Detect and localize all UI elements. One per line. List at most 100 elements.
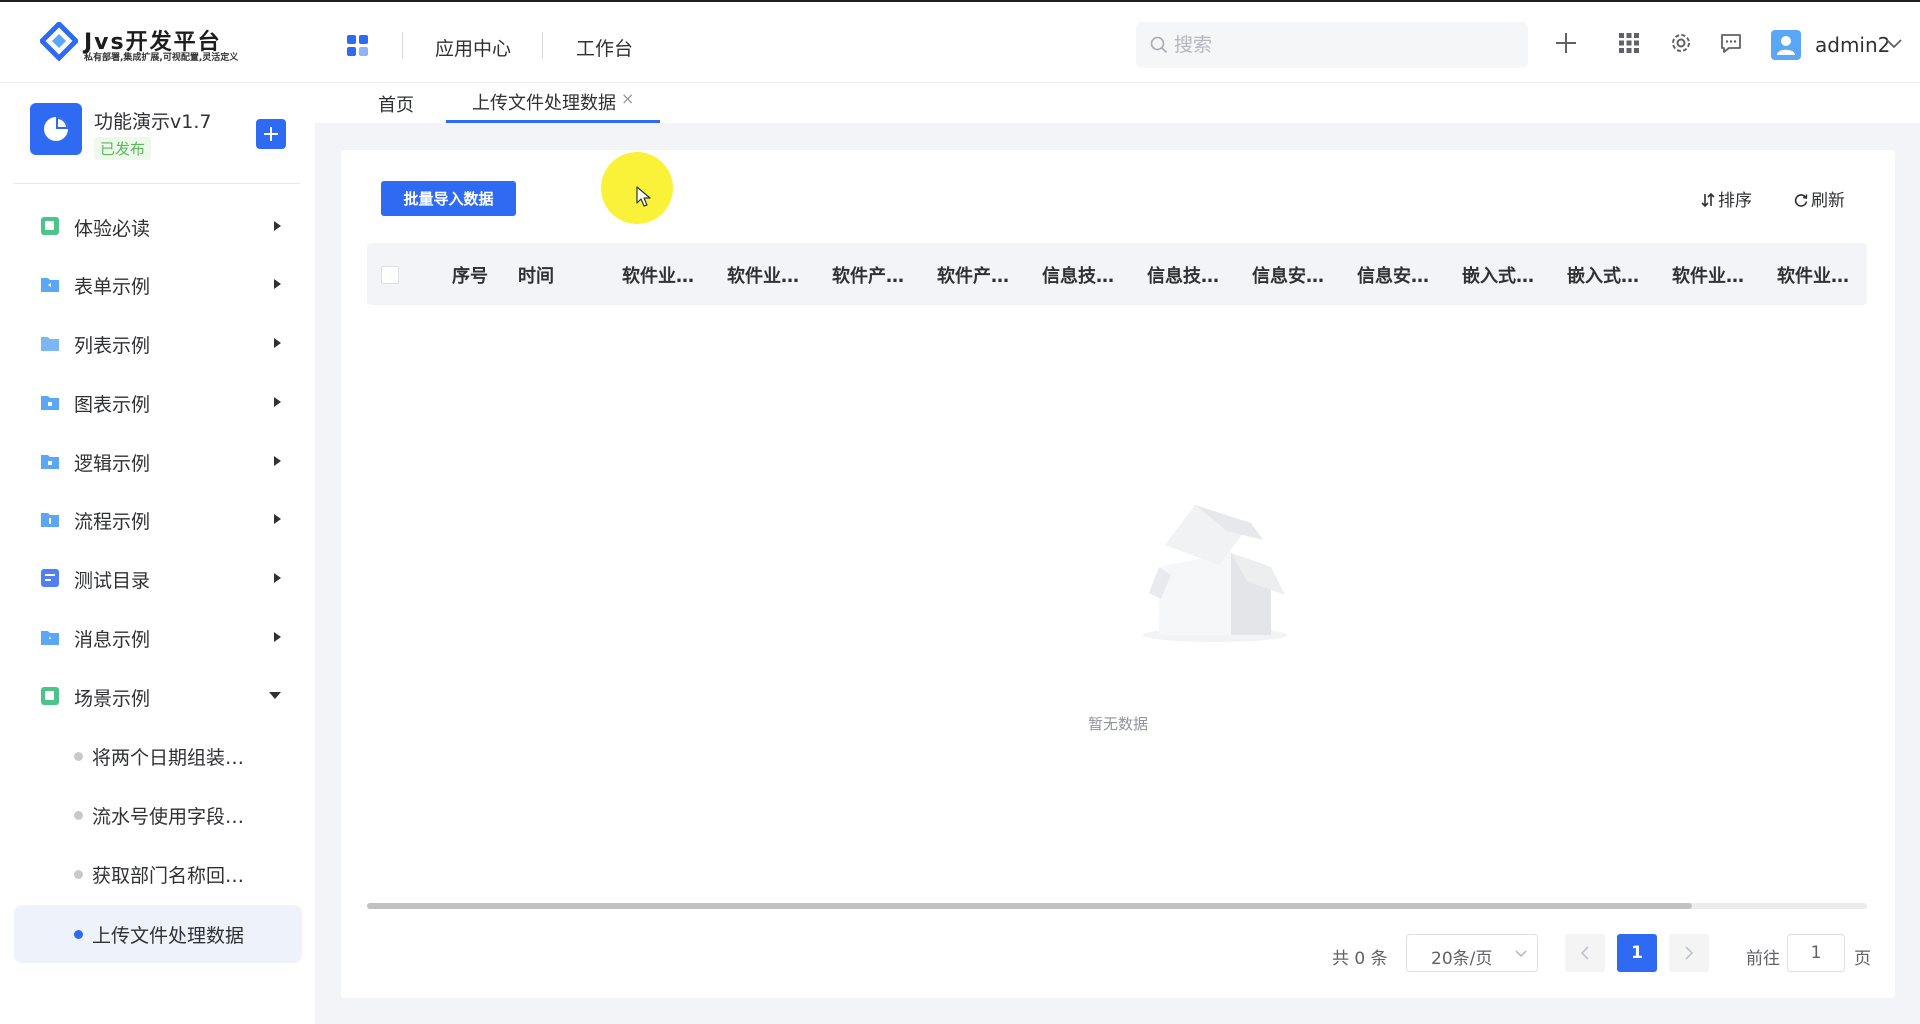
prev-page-button[interactable]	[1565, 934, 1605, 972]
column-header[interactable]: 序号	[452, 262, 488, 288]
column-header[interactable]: 信息技…	[1042, 262, 1114, 288]
sidebar-item-message[interactable]: 消息示例	[14, 613, 302, 661]
refresh-icon	[1794, 194, 1808, 207]
folder-icon	[41, 513, 59, 527]
caret-right-icon	[274, 632, 281, 642]
header-divider	[542, 32, 543, 58]
sidebar-item-label: 测试目录	[74, 570, 151, 592]
grid-menu-icon[interactable]	[1616, 30, 1642, 56]
column-header[interactable]: 软件业…	[1777, 262, 1849, 288]
column-header[interactable]: 信息安…	[1252, 262, 1324, 288]
sidebar-divider	[14, 183, 300, 184]
search-box[interactable]	[1136, 22, 1528, 68]
page-suffix: 页	[1854, 949, 1871, 969]
sidebar-item-label: 场景示例	[74, 688, 151, 710]
table-header: 序号 时间 软件业… 软件业… 软件产… 软件产… 信息技… 信息技… 信息安……	[367, 243, 1867, 305]
bullet-dot	[74, 870, 83, 879]
sidebar-item-chart[interactable]: 图表示例	[14, 378, 302, 426]
sidebar-item-logic[interactable]: 逻辑示例	[14, 437, 302, 485]
document-icon	[41, 687, 59, 705]
column-header[interactable]: 信息技…	[1147, 262, 1219, 288]
sidebar-item-label: 图表示例	[74, 394, 151, 416]
sidebar-item-form[interactable]: 表单示例	[14, 260, 302, 308]
content-card: 批量导入数据 排序 刷新 序号 时间 软件业… 软件业… 软件产… 软件产… 信…	[341, 150, 1895, 998]
table-icon	[41, 569, 59, 587]
horizontal-scrollbar[interactable]	[367, 903, 1867, 909]
tab-home[interactable]: 首页	[378, 91, 414, 125]
pie-chart-icon	[44, 117, 68, 141]
empty-state-text: 暂无数据	[1087, 715, 1148, 733]
caret-right-icon	[274, 338, 281, 348]
sidebar-item-label: 流程示例	[74, 511, 151, 533]
plus-icon	[264, 127, 278, 141]
column-header[interactable]: 软件产…	[832, 262, 904, 288]
chevron-left-icon	[1580, 946, 1589, 960]
caret-right-icon	[274, 456, 281, 466]
apps-grid-icon[interactable]	[346, 34, 370, 58]
folder-icon	[41, 337, 59, 351]
goto-page-input[interactable]	[1787, 934, 1845, 972]
chevron-down-icon[interactable]	[1885, 38, 1903, 50]
folder-icon	[41, 278, 59, 292]
page-number-current[interactable]: 1	[1617, 934, 1657, 972]
column-header[interactable]: 嵌入式…	[1567, 262, 1639, 288]
sidebar-subitem-label: 获取部门名称回…	[92, 865, 245, 887]
sidebar-item-label: 逻辑示例	[74, 453, 151, 475]
caret-right-icon	[274, 514, 281, 524]
nav-workbench[interactable]: 工作台	[576, 34, 633, 61]
column-header[interactable]: 软件产…	[937, 262, 1009, 288]
caret-right-icon	[274, 573, 281, 583]
chevron-down-icon	[1515, 950, 1527, 958]
sidebar-item-scenario[interactable]: 场景示例	[14, 672, 302, 720]
plus-icon[interactable]	[1553, 30, 1579, 56]
sidebar-subitem-upload-file[interactable]: 上传文件处理数据	[14, 905, 302, 963]
page-size-select[interactable]: 20条/页	[1406, 934, 1538, 972]
status-badge: 已发布	[94, 137, 152, 160]
goto-label: 前往	[1746, 949, 1780, 969]
header-divider	[402, 32, 403, 58]
close-icon[interactable]: ×	[621, 89, 634, 108]
column-header[interactable]: 软件业…	[622, 262, 694, 288]
tab-label: 上传文件处理数据	[472, 93, 616, 114]
caret-right-icon	[274, 279, 281, 289]
column-header[interactable]: 软件业…	[1672, 262, 1744, 288]
folder-icon	[41, 396, 59, 410]
chevron-right-icon	[1685, 946, 1694, 960]
column-header[interactable]: 软件业…	[727, 262, 799, 288]
caret-right-icon	[274, 397, 281, 407]
bulk-import-button[interactable]: 批量导入数据	[381, 181, 516, 216]
nav-app-center[interactable]: 应用中心	[435, 34, 511, 61]
search-input[interactable]	[1174, 30, 1514, 60]
sidebar-item-flow[interactable]: 流程示例	[14, 495, 302, 543]
platform-logo[interactable]: Jvs开发平台 私有部署,集成扩展,可视配置,灵活定义	[40, 22, 270, 66]
user-name[interactable]: admin2	[1815, 33, 1890, 57]
logo-mark-icon	[40, 22, 78, 62]
sidebar-subitem-department-name[interactable]: 获取部门名称回…	[14, 845, 302, 903]
document-icon	[41, 217, 59, 235]
message-icon[interactable]	[1718, 30, 1744, 56]
column-header[interactable]: 时间	[518, 262, 554, 288]
sidebar-subitem-serial-number[interactable]: 流水号使用字段…	[14, 786, 302, 844]
sidebar-item-list[interactable]: 列表示例	[14, 319, 302, 367]
sidebar-item-test-directory[interactable]: 测试目录	[14, 554, 302, 602]
logo-subtitle: 私有部署,集成扩展,可视配置,灵活定义	[84, 53, 239, 63]
user-avatar[interactable]	[1771, 30, 1801, 60]
column-header[interactable]: 嵌入式…	[1462, 262, 1534, 288]
sidebar-item-label: 体验必读	[74, 218, 151, 240]
select-all-checkbox[interactable]	[381, 266, 399, 284]
add-app-button[interactable]	[256, 119, 286, 149]
column-header[interactable]: 信息安…	[1357, 262, 1429, 288]
sidebar: 功能演示v1.7 已发布 体验必读 表单示例 列表示例 图表示例 逻辑示例 流程…	[0, 83, 315, 1024]
folder-icon	[41, 631, 59, 645]
sidebar-item-experience[interactable]: 体验必读	[14, 202, 302, 250]
scrollbar-thumb[interactable]	[367, 903, 1692, 909]
next-page-button[interactable]	[1669, 934, 1709, 972]
sort-button[interactable]: 排序	[1700, 186, 1752, 211]
pagination-total: 共 0 条	[1332, 949, 1388, 969]
gear-icon[interactable]	[1668, 30, 1694, 56]
app-icon	[30, 103, 82, 155]
bullet-dot	[74, 930, 83, 939]
caret-down-icon	[269, 692, 281, 699]
refresh-button[interactable]: 刷新	[1793, 186, 1845, 211]
sidebar-subitem-date-combine[interactable]: 将两个日期组装…	[14, 727, 302, 785]
